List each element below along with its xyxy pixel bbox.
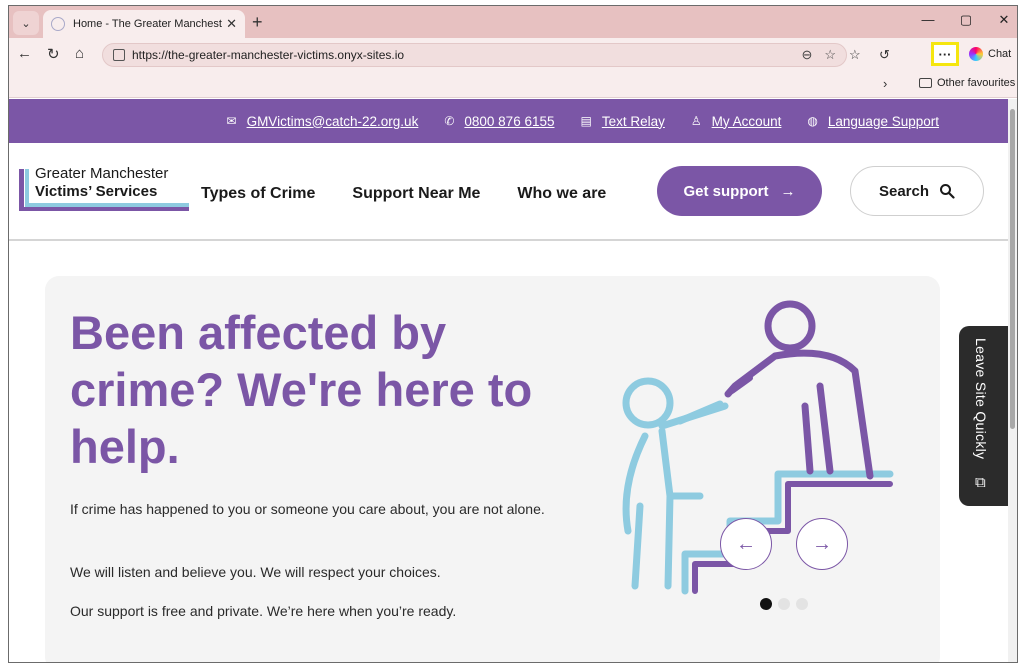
- folder-icon: [919, 78, 932, 88]
- browser-toolbar: ← ↻ ⌂ https://the-greater-manchester-vic…: [9, 38, 1017, 70]
- carousel-dot[interactable]: [778, 598, 790, 610]
- address-bar[interactable]: https://the-greater-manchester-victims.o…: [102, 43, 847, 67]
- chat-label: Chat: [988, 48, 1012, 60]
- scrollbar-thumb[interactable]: [1010, 109, 1015, 429]
- get-support-button[interactable]: Get support →: [657, 166, 822, 216]
- hero-section: Been affected by crime? We're here to he…: [45, 276, 940, 662]
- user-icon: ♙: [690, 114, 702, 128]
- nav-types-of-crime[interactable]: Types of Crime: [201, 185, 315, 203]
- logo-accent-blue: [25, 169, 29, 207]
- site-logo[interactable]: Greater Manchester Victims’ Services: [19, 165, 189, 211]
- close-window-button[interactable]: ✕: [997, 12, 1011, 28]
- leave-site-quickly-button[interactable]: Leave Site Quickly ⧉: [959, 326, 1009, 506]
- mail-icon: ✉: [226, 114, 237, 128]
- history-icon[interactable]: ↺: [879, 47, 890, 63]
- carousel-previous-button[interactable]: ←: [720, 518, 772, 570]
- new-tab-button[interactable]: +: [252, 12, 263, 33]
- logo-accent-purple: [19, 169, 24, 211]
- utility-bar: ✉ GMVictims@catch-22.org.uk ✆ 0800 876 6…: [9, 99, 1009, 143]
- phone-link-text[interactable]: 0800 876 6155: [464, 114, 554, 129]
- phone-icon: ✆: [444, 114, 455, 128]
- carousel-dot[interactable]: [760, 598, 772, 610]
- hero-paragraph-2: We will listen and believe you. We will …: [70, 564, 441, 580]
- hero-paragraph-3: Our support is free and private. We’re h…: [70, 603, 457, 619]
- carousel-dot[interactable]: [796, 598, 808, 610]
- logo-underline-purple: [19, 207, 189, 211]
- nav-who-we-are[interactable]: Who we are: [517, 185, 606, 203]
- tab-actions-button[interactable]: ⌄: [13, 11, 39, 35]
- email-link[interactable]: ✉ GMVictims@catch-22.org.uk: [227, 114, 419, 129]
- copilot-chat-button[interactable]: Chat: [969, 47, 1011, 61]
- other-favourites-label: Other favourites: [937, 77, 1016, 89]
- minimize-button[interactable]: —: [921, 12, 935, 28]
- hero-paragraph-1: If crime has happened to you or someone …: [70, 501, 545, 517]
- leave-site-label: Leave Site Quickly: [973, 338, 989, 460]
- language-support-link-text[interactable]: Language Support: [828, 114, 939, 129]
- url-text: https://the-greater-manchester-victims.o…: [132, 48, 405, 62]
- email-link-text[interactable]: GMVictims@catch-22.org.uk: [247, 114, 419, 129]
- message-icon: ▤: [580, 114, 592, 128]
- external-link-icon: ⧉: [975, 474, 986, 491]
- page-scrollbar[interactable]: [1008, 99, 1017, 662]
- text-relay-link-text[interactable]: Text Relay: [602, 114, 665, 129]
- tab-title: Home - The Greater Manchester V: [73, 18, 222, 30]
- my-account-link[interactable]: ♙ My Account: [691, 114, 782, 129]
- arrow-right-icon: →: [812, 532, 832, 555]
- my-account-link-text[interactable]: My Account: [712, 114, 782, 129]
- reader-mode-icon[interactable]: ⊖: [801, 47, 812, 63]
- favourites-icon[interactable]: ☆: [849, 47, 861, 63]
- browser-tab[interactable]: Home - The Greater Manchester V ✕: [43, 10, 245, 38]
- search-label: Search: [878, 182, 930, 200]
- logo-line-2: Victims’ Services: [35, 183, 158, 200]
- site-header: Greater Manchester Victims’ Services Typ…: [9, 143, 1009, 241]
- carousel-pagination: [760, 598, 808, 610]
- arrow-right-icon: →: [780, 182, 796, 200]
- refresh-icon[interactable]: ↻: [47, 45, 60, 63]
- carousel-next-button[interactable]: →: [796, 518, 848, 570]
- web-page: ✉ GMVictims@catch-22.org.uk ✆ 0800 876 6…: [9, 99, 1009, 662]
- lock-icon: [113, 49, 125, 61]
- settings-and-more-button[interactable]: ···: [931, 42, 959, 66]
- tab-strip: ⌄ Home - The Greater Manchester V ✕ + — …: [9, 6, 1017, 38]
- chevron-down-icon: ⌄: [21, 17, 31, 30]
- other-favourites-folder[interactable]: Other favourites: [919, 77, 1015, 89]
- browser-window: ⌄ Home - The Greater Manchester V ✕ + — …: [8, 5, 1018, 663]
- home-icon[interactable]: ⌂: [75, 45, 84, 62]
- text-relay-link[interactable]: ▤ Text Relay: [580, 114, 664, 129]
- get-support-label: Get support: [683, 182, 769, 200]
- chevron-right-icon[interactable]: ›: [883, 76, 887, 91]
- search-icon: [940, 184, 955, 199]
- site-favicon-icon: [51, 17, 65, 31]
- nav-support-near-me[interactable]: Support Near Me: [352, 185, 480, 203]
- phone-link[interactable]: ✆ 0800 876 6155: [444, 114, 554, 129]
- favourites-bar: › Other favourites: [9, 70, 1017, 98]
- back-arrow-icon[interactable]: ←: [17, 45, 32, 62]
- language-support-link[interactable]: ◍ Language Support: [807, 114, 939, 129]
- arrow-left-icon: ←: [736, 532, 756, 555]
- search-button[interactable]: Search: [850, 166, 984, 216]
- tab-close-icon[interactable]: ✕: [226, 16, 237, 32]
- window-controls: — ▢ ✕: [921, 12, 1011, 28]
- copilot-icon: [969, 47, 983, 61]
- favorite-star-icon[interactable]: ☆: [824, 47, 836, 63]
- logo-line-1: Greater Manchester: [35, 165, 169, 182]
- main-navigation: Types of Crime Support Near Me Who we ar…: [201, 185, 606, 203]
- globe-icon: ◍: [807, 114, 818, 128]
- maximize-button[interactable]: ▢: [959, 12, 973, 28]
- hero-heading: Been affected by crime? We're here to he…: [70, 306, 533, 473]
